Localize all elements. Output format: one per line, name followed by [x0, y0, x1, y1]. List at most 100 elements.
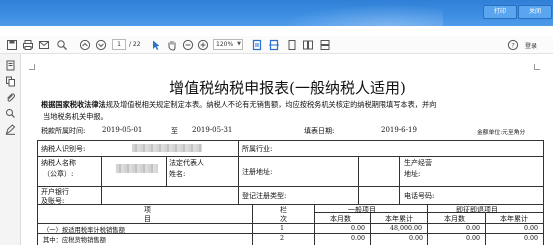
- col-divider: [358, 156, 359, 186]
- unit-label: 金额单位:元至角分: [477, 130, 526, 136]
- fill-date: 2019-6-19: [381, 126, 417, 134]
- reg-type-label: 登记注册类型:: [242, 192, 287, 200]
- line-no-header-2: 次: [280, 215, 287, 223]
- industry-label: 所属行业:: [242, 145, 273, 153]
- item-header-2: 目: [144, 215, 151, 223]
- redacted-taxpayer-id: [132, 144, 202, 152]
- hand-tool-icon[interactable]: [166, 39, 178, 51]
- col-divider: [166, 156, 167, 186]
- col-divider: [427, 204, 428, 245]
- biz-address-label: 生产经营: [404, 159, 432, 167]
- svg-text:?: ?: [511, 41, 514, 49]
- window-titlebar: 打印 关闭: [0, 0, 553, 26]
- row-divider: [38, 186, 543, 187]
- search-icon[interactable]: [56, 39, 68, 51]
- print-button[interactable]: 打印: [483, 5, 517, 19]
- row-divider: [38, 223, 543, 224]
- fit-page-icon[interactable]: [251, 39, 263, 51]
- signature-icon[interactable]: [5, 124, 16, 135]
- col-divider: [399, 156, 400, 186]
- row-1-value: 0.00: [524, 225, 539, 232]
- pdf-toolbar: 1 / 22 120% ▼ ? 登录: [0, 36, 553, 54]
- document-page: 增值税纳税申报表(一般纳税人适用) 根据国家税收法律法规及增值税相关规定制定本表…: [22, 54, 553, 245]
- row-2-value: 0.00: [351, 235, 366, 242]
- page-corner-mark: [534, 64, 540, 70]
- taxpayer-name-sub: （公章）:: [43, 170, 74, 178]
- row-2-label: 其中：应税货物销售额: [43, 237, 106, 244]
- print-icon[interactable]: [22, 39, 34, 51]
- taxpayer-name-label: 纳税人名称: [41, 159, 76, 167]
- zoom-in-icon[interactable]: [197, 39, 209, 51]
- taxpayer-id-label: 纳税人识别号:: [41, 145, 86, 153]
- col-divider: [314, 204, 315, 245]
- period-row: 税款所属时间: 2019-05-01 至 2019-05-31 填表日期: 20…: [41, 126, 546, 136]
- bookmarks-icon[interactable]: [5, 60, 16, 71]
- refund-this-month-header: 本月数: [444, 215, 465, 223]
- login-link[interactable]: 登录: [525, 41, 537, 50]
- fill-date-label: 填表日期:: [304, 127, 335, 135]
- previous-page-icon[interactable]: [79, 39, 91, 51]
- period-to-word: 至: [171, 127, 178, 135]
- col-divider: [101, 156, 102, 186]
- bank-label-2: 及账号:: [41, 197, 65, 205]
- tax-form-table: 纳税人识别号: 所属行业: 纳税人名称 （公章）: 法定代表人 姓名: 注册地址…: [37, 140, 544, 245]
- row-2-no: 2: [280, 235, 285, 242]
- page-number-input[interactable]: 1: [112, 39, 126, 50]
- page-title: 增值税纳税申报表(一般纳税人适用): [169, 79, 406, 97]
- search-panel-icon[interactable]: [5, 108, 16, 119]
- email-icon[interactable]: [38, 39, 50, 51]
- year-total-header: 本年累计: [385, 215, 413, 223]
- intro-rest-1: 规及增值税相关规定制定本表。纳税人不论有无销售额，均应按税务机关核定的纳税期限填…: [105, 100, 437, 109]
- col-divider: [485, 212, 486, 245]
- intro-rest-2: 当地税务机关申报。: [43, 112, 108, 121]
- row-2-value: 0.00: [524, 235, 539, 242]
- save-icon[interactable]: [6, 39, 18, 51]
- next-page-icon[interactable]: [95, 39, 107, 51]
- scroll-mode-icon[interactable]: [319, 39, 331, 51]
- general-items-header: 一般项目: [348, 206, 376, 214]
- refund-year-total-header: 本年累计: [500, 215, 528, 223]
- titlebar-decoration: [263, 0, 443, 26]
- row-2-value: 0.00: [466, 235, 481, 242]
- col-divider: [238, 156, 239, 186]
- zoom-out-icon[interactable]: [182, 39, 194, 51]
- col-divider: [252, 204, 253, 245]
- help-icon[interactable]: ?: [507, 39, 519, 51]
- left-sidebar: [0, 54, 21, 245]
- row-1-value: 0.00: [466, 225, 481, 232]
- close-button[interactable]: 关闭: [518, 5, 552, 19]
- fit-width-icon[interactable]: [268, 39, 280, 51]
- redacted-taxpayer-name: [116, 164, 158, 173]
- page-total: / 22: [129, 41, 141, 48]
- legal-rep-label-2: 姓名:: [169, 170, 186, 178]
- single-page-icon[interactable]: [286, 39, 298, 51]
- row-divider: [38, 156, 543, 157]
- period-label: 税款所属时间:: [41, 127, 86, 135]
- page-corner-mark: [29, 64, 35, 70]
- zoom-select[interactable]: 120% ▼: [213, 39, 243, 50]
- biz-address-label-2: 地址:: [404, 170, 421, 178]
- select-cursor-icon[interactable]: [150, 39, 162, 51]
- row-1-value: 48,000.00: [390, 225, 423, 232]
- intro-text: 根据国家税收法律法规及增值税相关规定制定本表。纳税人不论有无销售额，均应按税务机…: [41, 99, 541, 123]
- col-divider: [238, 186, 239, 204]
- col-divider: [370, 212, 371, 245]
- reg-address-label: 注册地址:: [242, 168, 273, 176]
- col-divider: [101, 186, 102, 204]
- col-divider: [238, 141, 239, 156]
- chevron-down-icon: ▼: [237, 41, 241, 47]
- intro-bold: 根据国家税收法律法: [41, 100, 106, 109]
- row-2-value: 0.00: [409, 235, 424, 242]
- row-1-value: 0.00: [351, 225, 366, 232]
- row-1-label: （一）按适用税率计税销售额: [43, 227, 125, 234]
- period-from: 2019-05-01: [102, 126, 143, 134]
- period-to: 2019-05-31: [192, 126, 233, 134]
- thumbnails-icon[interactable]: [5, 76, 16, 87]
- col-divider: [399, 186, 400, 204]
- attachment-icon[interactable]: [5, 92, 16, 103]
- phone-label: 电话号码:: [404, 192, 435, 200]
- this-month-header: 本月数: [330, 215, 351, 223]
- zoom-value: 120%: [216, 41, 234, 48]
- row-1-no: 1: [280, 225, 285, 232]
- double-page-icon[interactable]: [302, 39, 314, 51]
